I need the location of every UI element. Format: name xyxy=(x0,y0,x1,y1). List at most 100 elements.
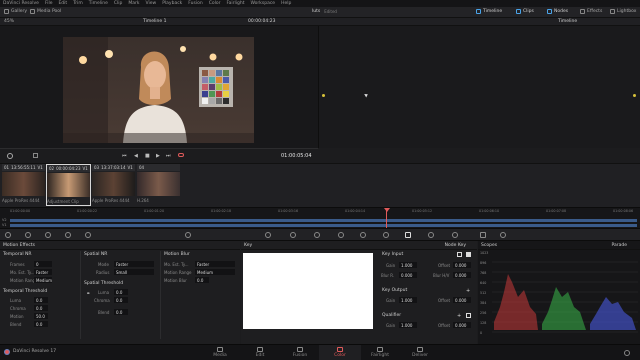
menu-item-playback[interactable]: Playback xyxy=(162,1,182,6)
radius-dropdown[interactable]: Small xyxy=(114,269,154,275)
ki-offset-input[interactable]: 0.000 xyxy=(453,262,471,268)
audio-icon[interactable] xyxy=(33,153,38,158)
menu-item-timeline[interactable]: Timeline xyxy=(89,1,108,6)
blur-icon[interactable] xyxy=(383,232,389,238)
menu-item-fusion[interactable]: Fusion xyxy=(188,1,202,6)
3d-icon[interactable] xyxy=(452,232,458,238)
viewer-mode-icon[interactable] xyxy=(7,153,13,159)
ki-gain-input[interactable]: 1.000 xyxy=(399,262,417,268)
sp-chroma-input[interactable]: 0.0 xyxy=(114,297,128,303)
menu-item-fairlight[interactable]: Fairlight xyxy=(226,1,244,6)
curves-icon[interactable] xyxy=(185,232,191,238)
mini-timeline[interactable]: 01:00:00:00 01:00:00:22 01:00:01:20 01:00:0… xyxy=(0,207,640,229)
qualifier-add-icon[interactable]: + xyxy=(457,313,461,319)
skip-to-end-icon[interactable]: ⏭ xyxy=(166,153,171,159)
sp-blend-input[interactable]: 0.0 xyxy=(114,309,128,315)
lightbox-toggle[interactable]: Lightbox xyxy=(610,9,636,14)
camera-raw-icon[interactable] xyxy=(5,232,11,238)
key-icon[interactable] xyxy=(405,232,411,238)
info-icon[interactable] xyxy=(500,232,506,238)
mode-dropdown[interactable]: Faster xyxy=(114,261,154,267)
track-v2-bar[interactable] xyxy=(10,219,637,222)
key-input-toggle-icon[interactable] xyxy=(457,252,462,257)
window-icon[interactable] xyxy=(314,232,320,238)
mb-mo-est-dropdown[interactable]: Faster xyxy=(195,261,235,267)
motion-input[interactable]: 50.0 xyxy=(34,313,48,319)
timeline-ruler[interactable]: 01:00:00:00 01:00:00:22 01:00:01:20 01:00:0… xyxy=(0,208,640,216)
blend-input[interactable]: 0.0 xyxy=(34,321,48,327)
menu-item-color[interactable]: Color xyxy=(209,1,221,6)
scopes-mode-dropdown[interactable]: Parade xyxy=(611,243,627,248)
menu-item-file[interactable]: File xyxy=(45,1,53,6)
parade-scope[interactable] xyxy=(492,252,638,338)
blur-r-input[interactable]: 0.000 xyxy=(399,272,417,278)
color-warper-icon[interactable] xyxy=(265,232,271,238)
clip-item[interactable]: 01 13:56:55:11 V1 Apple ProRes 4444 xyxy=(2,164,45,206)
track-v1-bar[interactable] xyxy=(10,224,637,227)
clip-item-selected[interactable]: 02 00:00:04:23 V1 Adjustment Clip xyxy=(46,164,91,206)
clip-item[interactable]: 03 13:37:03:14 V1 Apple ProRes 4444 xyxy=(92,164,135,206)
rgb-mixer-icon[interactable] xyxy=(65,232,71,238)
play-reverse-icon[interactable]: ◀ xyxy=(134,153,138,159)
chroma-input[interactable]: 0.0 xyxy=(34,305,48,311)
luma-input[interactable]: 0.0 xyxy=(34,297,48,303)
page-tab-deliver[interactable]: Deliver xyxy=(399,345,441,360)
zoom-dropdown[interactable]: 45% xyxy=(4,19,14,24)
menu-item-mark[interactable]: Mark xyxy=(128,1,139,6)
menu-item-clip[interactable]: Clip xyxy=(114,1,123,6)
page-tab-media[interactable]: Media xyxy=(199,345,241,360)
scopes-icon[interactable] xyxy=(480,232,486,238)
link-icon[interactable]: ⚭ xyxy=(86,291,90,297)
timeline-toggle[interactable]: Timeline xyxy=(476,9,502,14)
scrubber-track[interactable] xyxy=(0,148,318,149)
sp-luma-input[interactable]: 0.0 xyxy=(114,289,128,295)
menu-item-help[interactable]: Help xyxy=(281,1,291,6)
mb-range-dropdown[interactable]: Medium xyxy=(195,269,235,275)
q-gain-input[interactable]: 1.000 xyxy=(399,322,417,328)
stop-icon[interactable]: ■ xyxy=(145,153,150,159)
blur-hv-input[interactable]: 0.000 xyxy=(453,272,471,278)
nodes-toggle[interactable]: Nodes xyxy=(547,9,568,14)
page-tab-fusion[interactable]: Fusion xyxy=(279,345,321,360)
media-pool-button[interactable]: Media Pool xyxy=(30,9,61,14)
page-tab-edit[interactable]: Edit xyxy=(239,345,281,360)
page-tab-color[interactable]: Color xyxy=(319,345,361,360)
menu-item-view[interactable]: View xyxy=(146,1,157,6)
settings-icon[interactable] xyxy=(624,350,630,356)
page-tab-fairlight[interactable]: Fairlight xyxy=(359,345,401,360)
magic-mask-icon[interactable] xyxy=(360,232,366,238)
qualifier-icon[interactable] xyxy=(290,232,296,238)
sizing-icon[interactable] xyxy=(428,232,434,238)
frames-dropdown[interactable]: 0 xyxy=(34,261,52,267)
loop-icon[interactable] xyxy=(178,153,184,157)
key-input-invert-icon[interactable] xyxy=(466,252,471,257)
node-output-dot[interactable] xyxy=(633,94,636,97)
qualifier-toggle-icon[interactable] xyxy=(466,313,471,318)
node-editor[interactable] xyxy=(318,26,640,148)
timeline-name-dropdown[interactable]: Timeline 1 xyxy=(143,19,166,24)
color-match-icon[interactable] xyxy=(25,232,31,238)
node-view-dropdown[interactable]: Timeline xyxy=(558,19,577,24)
tracker-icon[interactable] xyxy=(338,232,344,238)
menu-item-app[interactable]: DaVinci Resolve xyxy=(3,1,39,6)
node-input-dot[interactable] xyxy=(322,94,325,97)
menu-item-edit[interactable]: Edit xyxy=(58,1,67,6)
viewer-image[interactable] xyxy=(63,37,254,143)
play-icon[interactable]: ▶ xyxy=(156,153,160,159)
skip-to-start-icon[interactable]: ⏮ xyxy=(122,153,127,159)
key-output-add-icon[interactable]: + xyxy=(466,288,470,294)
effects-toggle[interactable]: Effects xyxy=(580,9,602,14)
mb-blur-input[interactable]: 0.0 xyxy=(195,277,209,283)
color-wheels-icon[interactable] xyxy=(45,232,51,238)
menu-item-workspace[interactable]: Workspace xyxy=(250,1,275,6)
motion-effects-icon[interactable] xyxy=(85,232,91,238)
ko-offset-input[interactable]: 0.000 xyxy=(453,297,471,303)
menu-item-trim[interactable]: Trim xyxy=(73,1,83,6)
playhead-marker-icon[interactable] xyxy=(384,208,390,212)
clip-item[interactable]: 04 H.264 xyxy=(137,164,180,206)
mo-est-dropdown[interactable]: Faster xyxy=(34,269,52,275)
ko-gain-input[interactable]: 1.000 xyxy=(399,297,417,303)
clips-toggle[interactable]: Clips xyxy=(516,9,534,14)
q-offset-input[interactable]: 0.000 xyxy=(453,322,471,328)
gallery-button[interactable]: Gallery xyxy=(4,9,27,14)
